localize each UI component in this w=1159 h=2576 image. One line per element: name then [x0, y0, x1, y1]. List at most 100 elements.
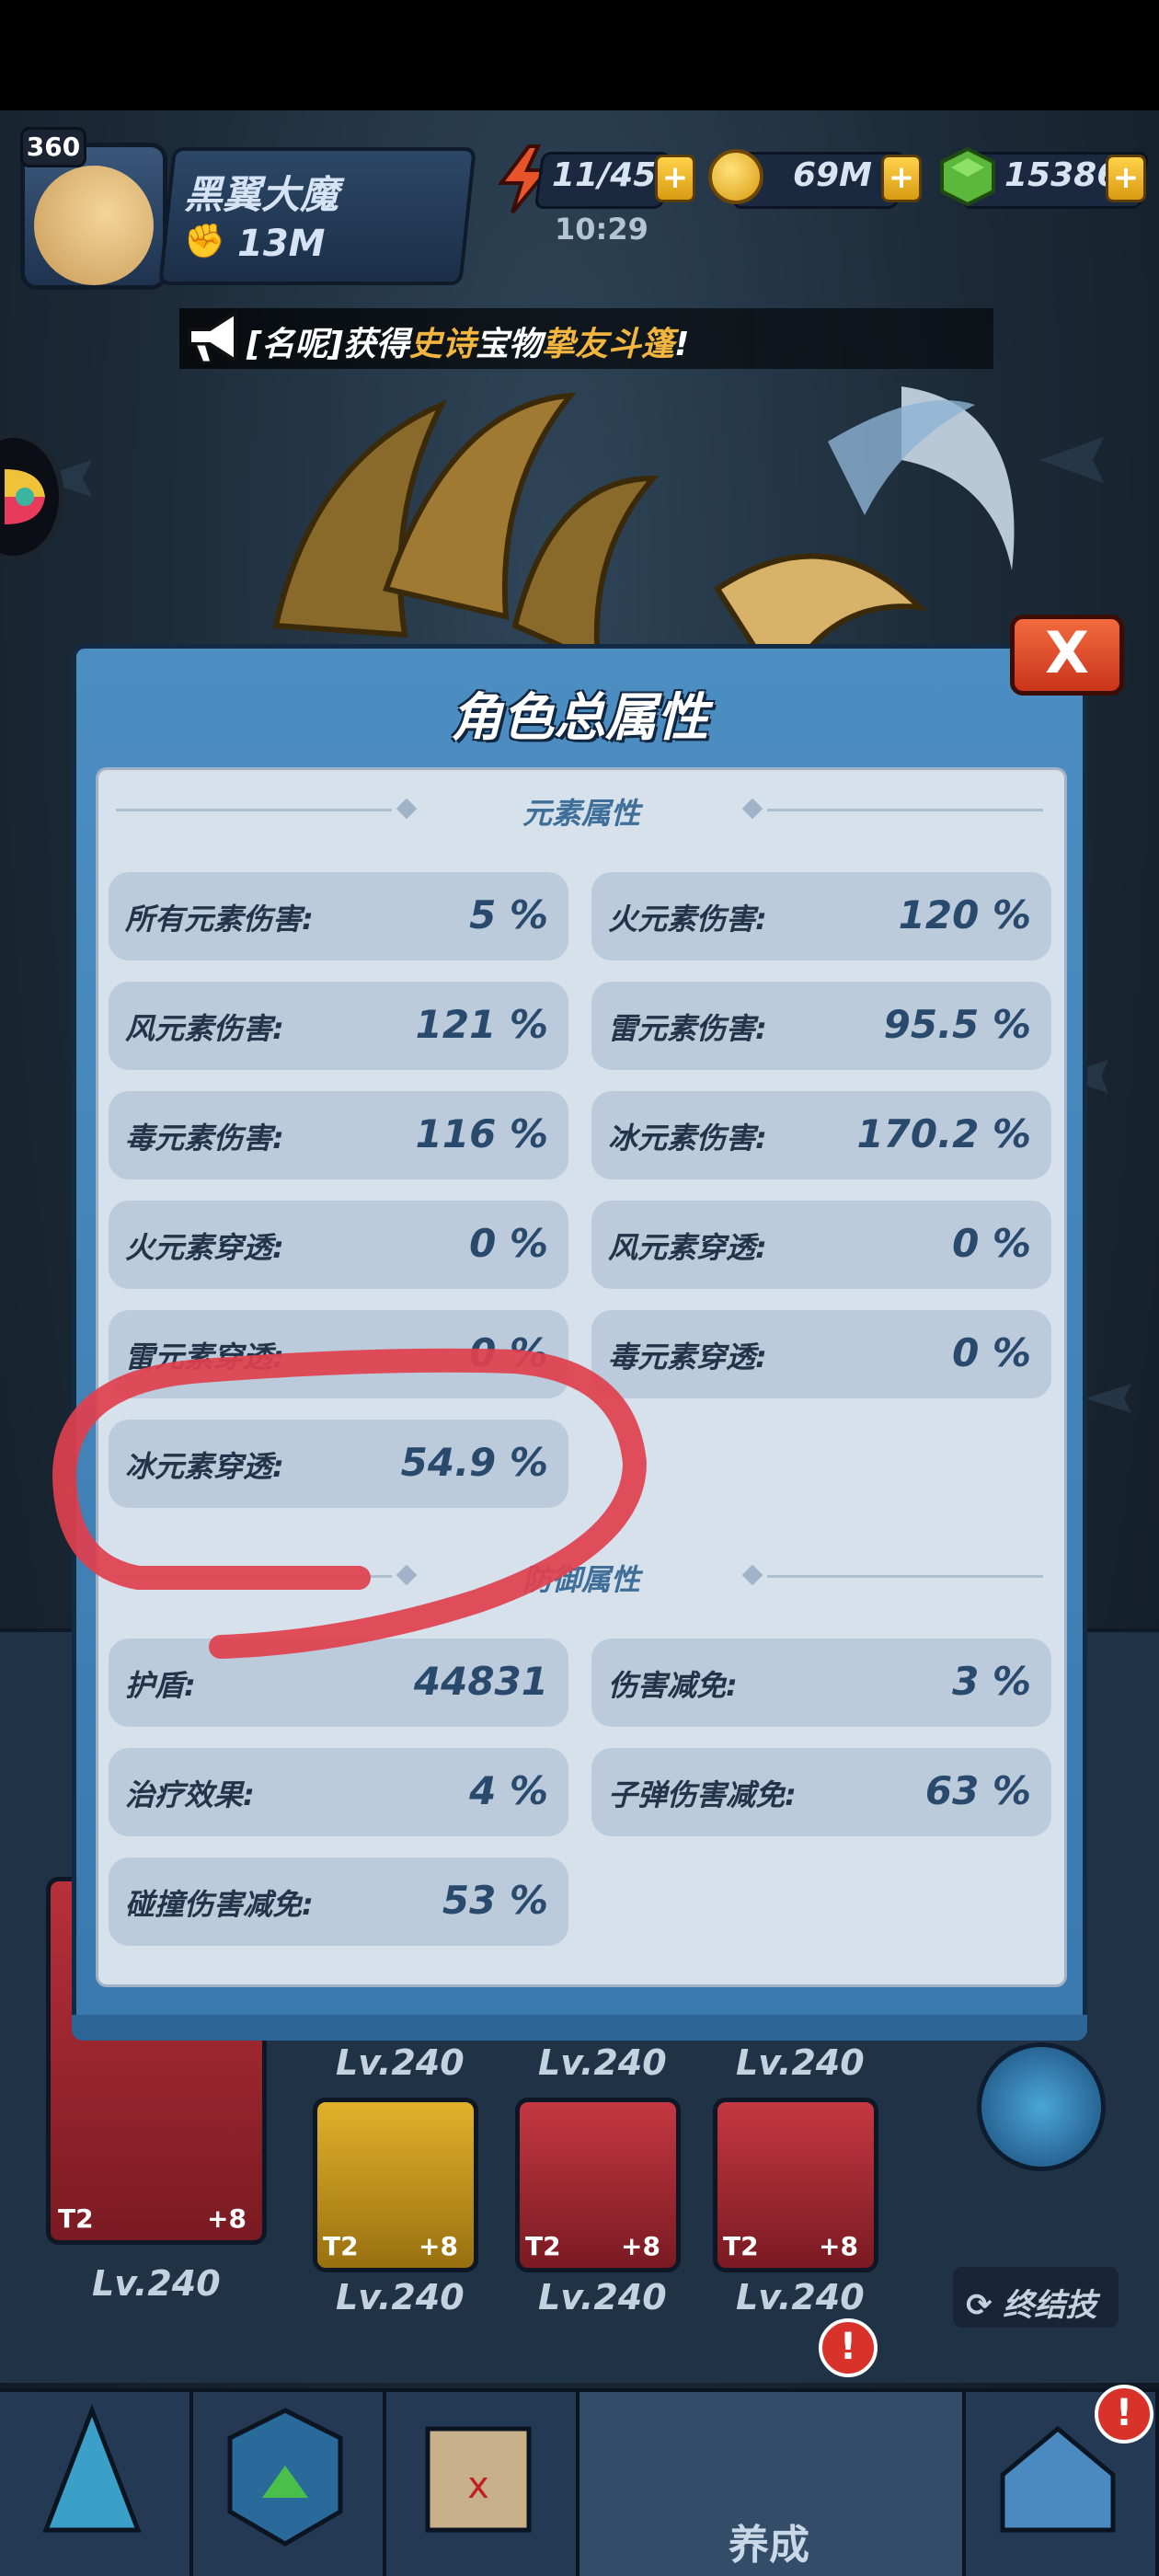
slot-plus-2: +8 [621, 2231, 660, 2261]
add-energy-button[interactable]: + [655, 155, 695, 202]
player-name: 黑翼大魔 [184, 172, 339, 217]
add-gems-button[interactable]: + [1106, 155, 1146, 202]
energy-timer: 10:29 [555, 212, 648, 247]
equip-slot-gold[interactable]: T2 +8 [313, 2098, 478, 2272]
stat-label: 护盾: [125, 1668, 196, 1703]
crystal-icon [42, 2404, 142, 2533]
broadcast-suffix: ! [673, 326, 690, 363]
coin-value: 69M [793, 156, 872, 194]
stat-value: 170.2 % [856, 1111, 1031, 1156]
equip-slot-red-2[interactable]: T2 +8 [713, 2098, 878, 2272]
stat-value: 44831 [413, 1659, 548, 1704]
stat-label: 毒元素伤害: [125, 1121, 284, 1156]
slot-plus-3: +8 [819, 2231, 858, 2261]
stat-value: 0 % [469, 1330, 548, 1375]
stat-ice-damage: 冰元素伤害: 170.2 % [591, 1091, 1051, 1179]
stat-value: 95.5 % [883, 1002, 1031, 1047]
stat-healing-effect: 治疗效果: 4 % [109, 1748, 568, 1836]
stat-value: 120 % [898, 892, 1031, 937]
close-icon: X [1045, 619, 1089, 686]
stat-value: 116 % [415, 1111, 548, 1156]
stat-collision-damage-reduction: 碰撞伤害减免: 53 % [109, 1857, 568, 1946]
status-bar-area [0, 0, 1159, 110]
stat-value: 4 % [469, 1768, 548, 1813]
stat-value: 53 % [442, 1878, 548, 1923]
stat-label: 火元素穿透: [125, 1230, 284, 1265]
stat-label: 风元素穿透: [608, 1230, 767, 1265]
weapon-tier: T2 [58, 2203, 94, 2234]
stat-label: 雷元素伤害: [608, 1011, 767, 1046]
slot-tier-2: T2 [525, 2231, 561, 2261]
stat-value: 5 % [469, 892, 548, 937]
stat-label: 所有元素伤害: [125, 902, 314, 937]
stat-label: 冰元素穿透: [125, 1449, 284, 1484]
weapon-plus: +8 [207, 2203, 247, 2234]
broadcast-item: 挚友斗篷 [541, 326, 674, 363]
energy-value: 11/45 [552, 156, 657, 194]
gem-icon [940, 146, 995, 207]
defense-section-header: 防御属性 [96, 1553, 1067, 1599]
stat-value: 0 % [952, 1221, 1031, 1266]
player-power: 13M [237, 223, 326, 265]
upgrade-shield-icon [227, 2408, 343, 2547]
player-level-badge: 360 [20, 127, 86, 167]
stat-all-element-damage: 所有元素伤害: 5 % [109, 872, 568, 960]
broadcast-message: [名呢]获得史诗宝物挚友斗篷! [247, 317, 689, 365]
stat-label: 子弹伤害减免: [608, 1777, 797, 1812]
svg-text:x: x [467, 2465, 489, 2507]
finisher-text: 终结技 [1003, 2287, 1097, 2324]
train-alert-badge: ! [819, 2318, 878, 2377]
modal-bottom-edge [72, 2015, 1087, 2041]
stat-shield: 护盾: 44831 [109, 1639, 568, 1727]
slot-plus-1: +8 [419, 2231, 458, 2261]
element-section-title: 元素属性 [522, 796, 640, 831]
stat-label: 碰撞伤害减免: [125, 1887, 314, 1922]
event-orb-icon [5, 469, 45, 524]
megaphone-icon [188, 309, 237, 364]
broadcast-rarity: 史诗 [408, 326, 476, 363]
divider-line [767, 809, 1043, 811]
modal-title: 角色总属性 [451, 688, 708, 748]
shop-alert-badge: ! [1095, 2385, 1153, 2444]
slot-tier-1: T2 [323, 2231, 359, 2261]
slot-level-4: Lv.240 [336, 2277, 465, 2317]
stat-value: 3 % [952, 1659, 1031, 1704]
stat-wind-penetration: 风元素穿透: 0 % [591, 1201, 1051, 1289]
stat-bullet-damage-reduction: 子弹伤害减免: 63 % [591, 1748, 1051, 1836]
broadcast-prefix: [名呢]获得 [247, 326, 409, 363]
stat-label: 冰元素伤害: [608, 1121, 767, 1156]
stat-label: 雷元素穿透: [125, 1340, 284, 1374]
slot-level-6: Lv.240 [736, 2277, 865, 2317]
slot-level-5: Lv.240 [538, 2277, 667, 2317]
stat-thunder-damage: 雷元素伤害: 95.5 % [591, 982, 1051, 1070]
stat-fire-damage: 火元素伤害: 120 % [591, 872, 1051, 960]
equip-slot-red-1[interactable]: T2 +8 [515, 2098, 681, 2272]
stat-label: 治疗效果: [125, 1777, 255, 1812]
gem-value: 15386 [1004, 156, 1120, 194]
nav-label-train: 养成 [729, 2522, 809, 2569]
add-coins-button[interactable]: + [881, 155, 922, 202]
stat-damage-reduction: 伤害减免: 3 % [591, 1639, 1051, 1727]
stat-value: 63 % [924, 1768, 1031, 1813]
nav-tab-hero[interactable] [0, 2392, 193, 2576]
nav-tab-map[interactable]: x [386, 2392, 580, 2576]
stat-value: 0 % [952, 1330, 1031, 1375]
castle-icon[interactable] [977, 2042, 1106, 2171]
stat-fire-penetration: 火元素穿透: 0 % [109, 1201, 568, 1289]
slot-level-1: Lv.240 [336, 2042, 465, 2083]
broadcast-middle: 宝物 [475, 326, 542, 363]
stat-ice-penetration: 冰元素穿透: 54.9 % [109, 1420, 568, 1508]
map-icon: x [425, 2426, 532, 2533]
stat-label: 毒元素穿透: [608, 1340, 767, 1374]
stat-wind-damage: 风元素伤害: 121 % [109, 982, 568, 1070]
stat-thunder-penetration: 雷元素穿透: 0 % [109, 1310, 568, 1398]
stat-value: 54.9 % [400, 1440, 548, 1485]
close-button[interactable]: X [1010, 615, 1124, 696]
stat-label: 风元素伤害: [125, 1011, 284, 1046]
finisher-label: ⟳ 终结技 [966, 2287, 1097, 2324]
slot-level-3: Lv.240 [736, 2042, 865, 2083]
stat-label: 火元素伤害: [608, 902, 767, 937]
divider-line [767, 1575, 1043, 1578]
stat-poison-damage: 毒元素伤害: 116 % [109, 1091, 568, 1179]
nav-tab-upgrade[interactable] [193, 2392, 386, 2576]
